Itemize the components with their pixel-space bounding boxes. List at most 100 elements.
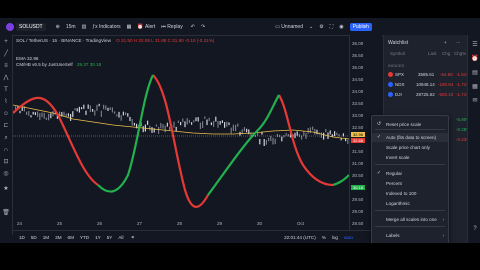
chat-icon[interactable]: ✉ [471,97,479,105]
icons-icon[interactable]: ☺ [2,110,10,118]
add-symbol-icon[interactable]: + [444,40,447,45]
chevron-down-icon[interactable]: ⌄ [309,24,313,30]
clock-label[interactable]: 22:01:44 (UTC) [284,235,316,240]
interval-button[interactable]: 15m [66,24,76,30]
section-indices[interactable]: INDICES [388,63,404,68]
candlestick-series [15,103,349,146]
watchlist-icon[interactable]: ☰ [471,41,479,49]
watchlist-row[interactable]: SPX 3585.61 -54.85 -1.51% [384,70,480,79]
layout-button[interactable]: ▭ Unnamed [275,24,303,30]
pattern-icon[interactable]: ⋀ [2,74,10,82]
fullscreen-icon[interactable]: ⛶ [330,24,334,30]
symbol-search[interactable]: SOLUSDT [6,22,46,31]
candle [81,107,83,110]
text-icon[interactable]: T [2,86,10,94]
favorites-icon[interactable]: ★ [2,185,10,193]
trendline-icon[interactable]: ╱ [2,50,10,58]
help-icon[interactable]: ? [471,225,479,233]
price-tick-label: 28.50 [352,221,364,226]
timeframe-button[interactable]: 1M [43,235,49,240]
menu-item-label: Auto (fits data to screen) [386,135,437,140]
percent-scale-button[interactable]: % [322,235,326,240]
menu-item[interactable]: Invert scale [372,153,448,162]
ruler-icon[interactable]: ⊏ [2,122,10,130]
watchlist-row[interactable]: NDX 10948.14 -190.94 -1.71% [384,80,480,89]
col-chgp[interactable]: Chg% [454,51,466,56]
settings-icon[interactable]: ⚙ [319,24,323,30]
menu-item[interactable]: Scale price chart only [372,143,448,152]
date-range-icon[interactable]: ⌗ [131,235,134,240]
more-icon[interactable]: ⋯ [456,40,461,46]
menu-item[interactable]: ✓ Regular [372,169,448,178]
undo-icon[interactable]: ↶ [191,24,195,30]
menu-item[interactable]: Logarithmic [372,199,448,208]
col-symbol[interactable]: Symbol [390,51,405,56]
menu-item[interactable]: ✓ Auto (fits data to screen) [372,133,448,142]
candle [98,103,100,107]
crosshair-icon[interactable]: + [2,38,10,46]
alerts-icon[interactable]: ⏰ [471,55,479,63]
menu-item[interactable]: Labels › [372,231,448,240]
price-tick-label: 34.50 [352,77,364,82]
alert-button[interactable]: ⏰ Alert [137,24,155,30]
camera-icon[interactable]: ◉ [339,24,343,30]
candle [329,130,331,135]
zoom-icon[interactable]: ⌕ [2,134,10,142]
menu-item[interactable]: Merge all scales into one › [372,215,448,224]
timeframe-button[interactable]: 5Y [107,235,113,240]
candle [160,122,162,129]
candle [100,110,102,117]
menu-item[interactable]: Percent [372,179,448,188]
time-scale[interactable]: 24 25 26 27 28 29 30 Oct [13,221,349,229]
candle [133,122,135,126]
candle [259,138,261,145]
menu-item-label: Logarithmic [386,201,410,206]
add-symbol-button[interactable]: ⊕ [56,24,60,30]
magnet-icon[interactable]: ∩ [2,146,10,154]
eye-icon[interactable]: ◎ [2,170,10,178]
replay-label: Replay [167,23,183,30]
replay-button[interactable]: ⏮ Replay [161,24,182,30]
candle [45,117,47,120]
calendar-icon[interactable]: ▦ [471,83,479,91]
top-toolbar: SOLUSDT ⊕ 15m ▥ ƒx Indicators ▦ ⏰ Alert … [0,18,480,36]
indicators-button[interactable]: ƒx Indicators [92,24,120,30]
candle [30,115,32,118]
timeframe-button[interactable]: 5D [31,235,37,240]
candle [226,121,228,127]
col-chg[interactable]: Chg [442,51,450,56]
news-icon[interactable]: ▤ [471,69,479,77]
menu-item[interactable]: Indexed to 100 [372,189,448,198]
timeframe-button[interactable]: 3M [55,235,61,240]
timeframe-button[interactable]: YTD [80,235,89,240]
templates-icon[interactable]: ▦ [127,24,132,30]
candle [34,112,36,116]
timeframe-button[interactable]: 1Y [95,235,101,240]
publish-button[interactable]: Publish [349,22,372,31]
price-scale-context-menu: ↺ Reset price scale ✓ Auto (fits data to sc… [371,115,449,243]
chevron-right-icon: › [442,233,444,238]
timeframe-button[interactable]: 6M [68,235,74,240]
chart-type-icon[interactable]: ▥ [82,24,87,30]
indicators-label: Indicators [98,23,121,30]
trash-icon[interactable]: 🗑 [2,209,10,217]
redo-icon[interactable]: ↷ [201,24,205,30]
lock-icon[interactable]: ⊡ [2,158,10,166]
candle [213,120,215,127]
candle [180,121,182,126]
menu-item[interactable]: ↺ Reset price scale [372,120,448,129]
timeframe-button[interactable]: All [118,235,123,240]
menu-item[interactable]: Lines › [372,241,448,243]
menu-item-label: Lines [386,241,397,243]
fib-icon[interactable]: ≡ [2,62,10,70]
log-scale-button[interactable]: log [332,235,338,240]
row-badge-icon [388,91,393,98]
watchlist-row[interactable]: DJI 28725.52 -500.10 -1.71% [384,90,480,99]
measure-icon[interactable]: ⌇ [2,98,10,106]
legend-indicator: CM/HB v6.5 by JustUseSelf [16,62,73,67]
col-last[interactable]: Last [428,51,437,56]
auto-scale-button[interactable]: auto [344,235,353,240]
timeframe-button[interactable]: 1D [19,235,25,240]
candle [155,124,157,127]
watchlist-title[interactable]: Watchlist [388,40,408,46]
